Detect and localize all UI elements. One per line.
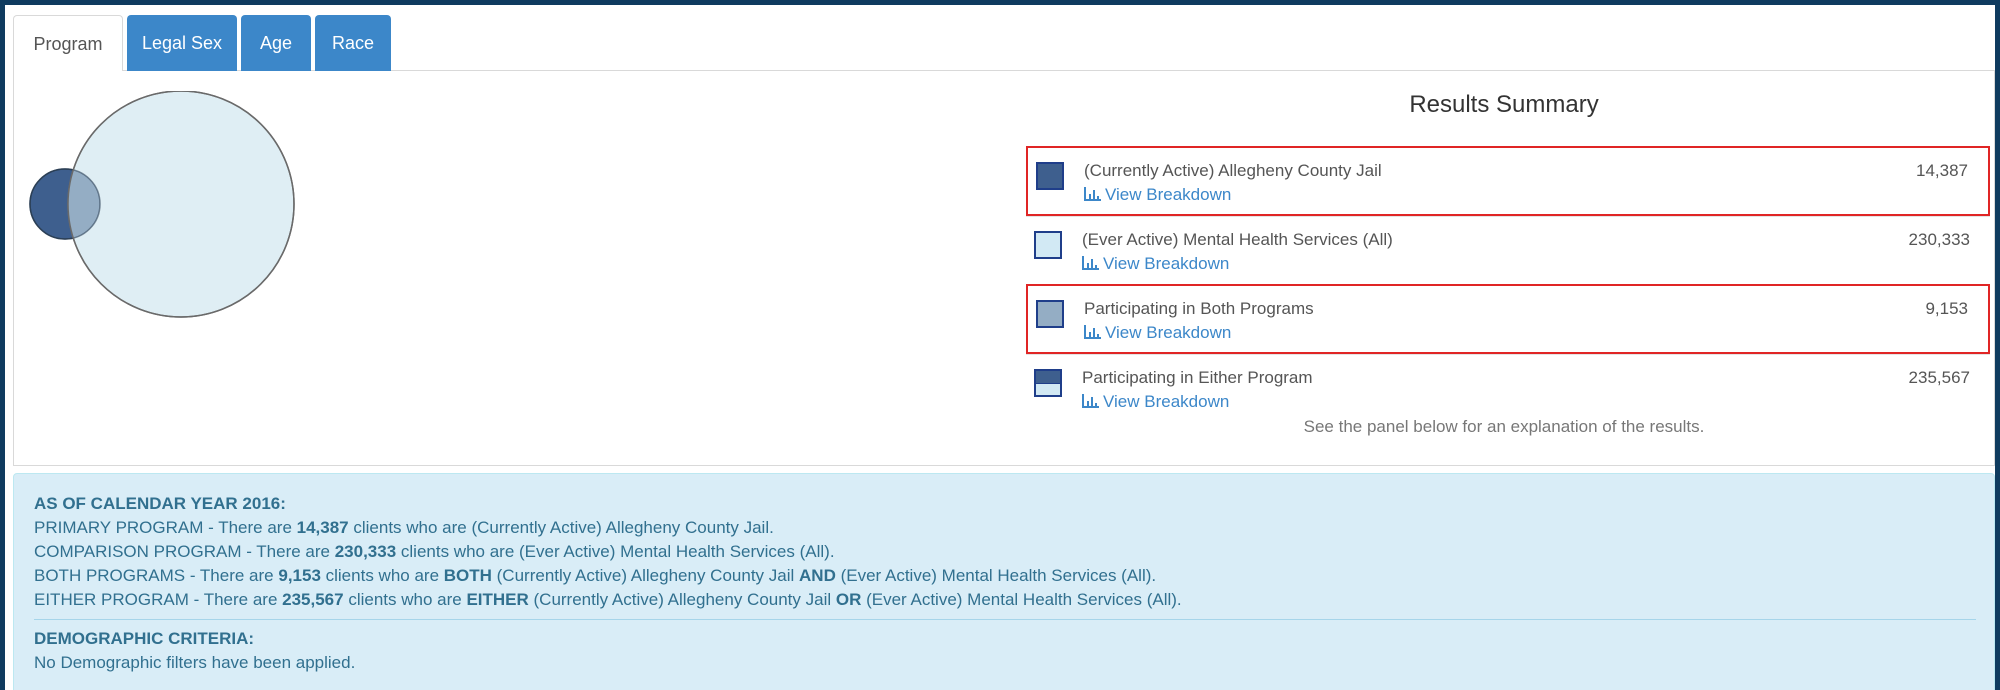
result-row-primary: (Currently Active) Allegheny County Jail… [1026,146,1990,216]
result-label: (Currently Active) Allegheny County Jail [1084,161,1382,180]
bar-chart-icon [1082,256,1099,270]
view-breakdown-text: View Breakdown [1105,323,1232,342]
explanation-heading: AS OF CALENDAR YEAR 2016: [34,494,286,513]
tab-age[interactable]: Age [241,15,311,71]
comparison-program-line: COMPARISON PROGRAM - There are 230,333 c… [34,542,835,561]
view-breakdown-text: View Breakdown [1103,254,1230,273]
app-frame: Program Legal Sex Age Race Results Summa… [5,5,1995,690]
divider [34,619,1976,620]
tab-program[interactable]: Program [13,15,123,72]
program-panel: Results Summary (Currently Active) Alleg… [13,71,1995,466]
result-count: 14,387 [1916,161,1968,180]
result-row-comparison: (Ever Active) Mental Health Services (Al… [1026,216,1990,286]
result-label: Participating in Either Program [1082,368,1313,387]
primary-program-line: PRIMARY PROGRAM - There are 14,387 clien… [34,518,774,537]
result-count: 230,333 [1908,230,1970,249]
tab-bar: Program Legal Sex Age Race [13,15,1995,72]
results-summary-title: Results Summary [1409,91,1599,118]
result-count: 9,153 [1925,299,1968,318]
result-row-both: Participating in Both Programs 9,153 Vie… [1026,284,1990,354]
bar-chart-icon [1082,394,1099,408]
result-row-either: Participating in Either Program 235,567 … [1026,354,1990,424]
view-breakdown-text: View Breakdown [1103,392,1230,411]
explanation-panel: AS OF CALENDAR YEAR 2016: PRIMARY PROGRA… [13,473,1995,690]
view-breakdown-text: View Breakdown [1105,185,1232,204]
overlap-swatch [1036,300,1064,328]
venn-comparison-circle [67,91,295,318]
demographic-heading: DEMOGRAPHIC CRITERIA: [34,629,255,648]
bar-chart-icon [1084,325,1101,339]
view-breakdown-link[interactable]: View Breakdown [1082,254,1229,274]
view-breakdown-link[interactable]: View Breakdown [1084,323,1231,343]
primary-swatch [1036,162,1064,190]
view-breakdown-link[interactable]: View Breakdown [1084,185,1231,205]
venn-diagram [29,91,295,318]
result-label: (Ever Active) Mental Health Services (Al… [1082,230,1393,249]
tab-race[interactable]: Race [315,15,391,71]
view-breakdown-link[interactable]: View Breakdown [1082,392,1229,412]
bar-chart-icon [1084,187,1101,201]
result-count: 235,567 [1908,368,1970,387]
results-note: See the panel below for an explanation o… [1303,417,1705,436]
comparison-swatch [1034,231,1062,259]
result-label: Participating in Both Programs [1084,299,1314,318]
both-programs-line: BOTH PROGRAMS - There are 9,153 clients … [34,566,1157,585]
tab-legal-sex[interactable]: Legal Sex [127,15,237,71]
demographic-text: No Demographic filters have been applied… [34,653,356,672]
either-program-line: EITHER PROGRAM - There are 235,567 clien… [34,590,1182,609]
either-swatch [1034,369,1062,397]
